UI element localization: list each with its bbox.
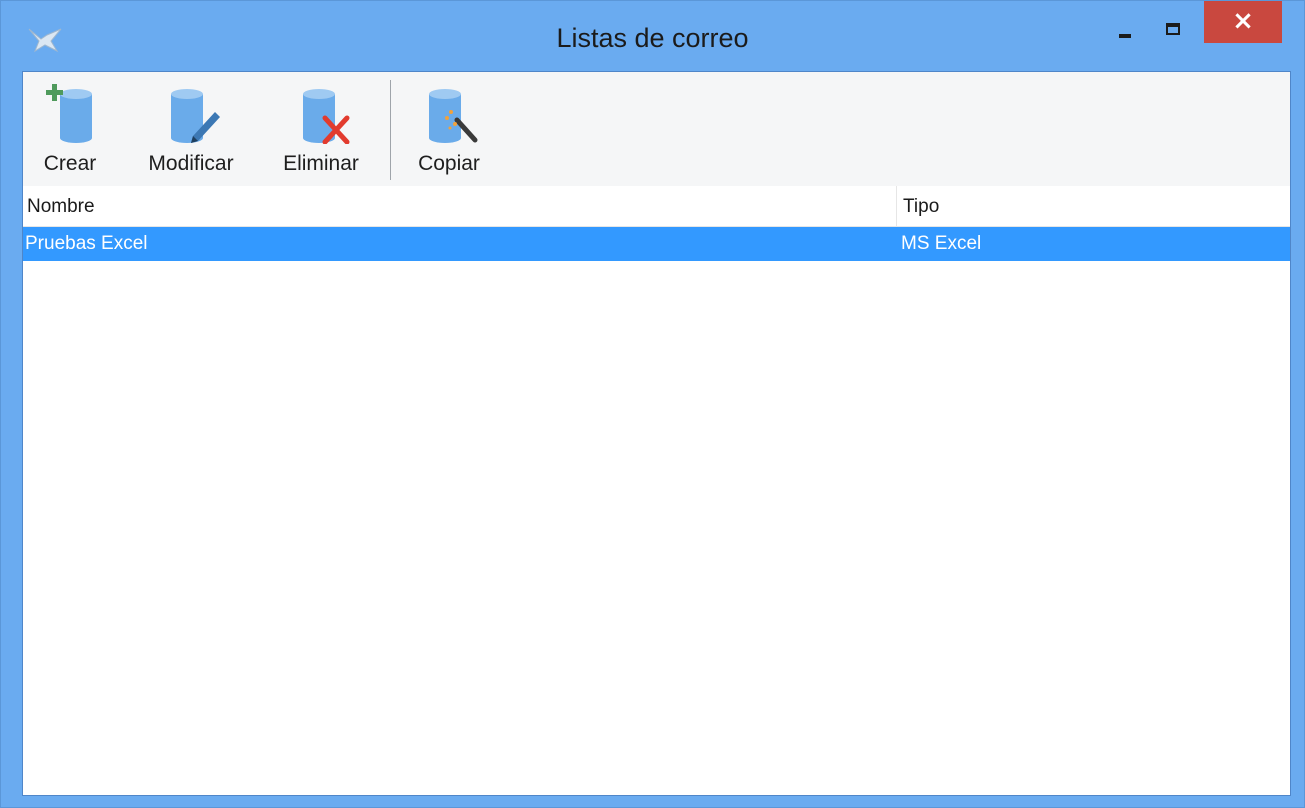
database-delete-icon (303, 89, 350, 144)
cell-tipo: MS Excel (901, 233, 982, 254)
table-header: Nombre Tipo (23, 186, 1290, 227)
minimize-button[interactable] (1107, 1, 1151, 47)
close-icon: × (1232, 6, 1254, 36)
minimize-icon (1119, 34, 1131, 38)
copy-label: Copiar (418, 152, 480, 175)
toolbar-separator (390, 80, 391, 180)
modify-label: Modificar (148, 152, 234, 175)
toolbar: Crear Modificar Eliminar Copiar (23, 72, 1290, 187)
client-area: Crear Modificar Eliminar Copiar Nombre T… (22, 71, 1291, 796)
close-button[interactable]: × (1204, 1, 1282, 43)
mail-lists-window: Listas de correo × Crear Modificar Elimi… (0, 0, 1305, 808)
column-divider[interactable] (896, 186, 897, 226)
modify-button[interactable]: Modificar (129, 78, 253, 182)
delete-label: Eliminar (283, 152, 359, 175)
title-bar[interactable]: Listas de correo × (1, 1, 1304, 71)
create-label: Crear (43, 152, 97, 175)
database-add-icon (46, 84, 92, 143)
create-button[interactable]: Crear (33, 78, 107, 182)
delete-button[interactable]: Eliminar (269, 78, 373, 182)
maximize-button[interactable] (1156, 1, 1200, 47)
table-row[interactable]: Pruebas Excel MS Excel (23, 227, 1290, 261)
database-edit-icon (171, 89, 220, 143)
database-copy-icon (429, 89, 478, 143)
cell-nombre: Pruebas Excel (25, 233, 148, 254)
column-header-tipo[interactable]: Tipo (903, 196, 939, 218)
column-header-nombre[interactable]: Nombre (27, 196, 95, 218)
maximize-icon (1166, 23, 1180, 35)
copy-button[interactable]: Copiar (404, 78, 494, 182)
mail-lists-table[interactable]: Nombre Tipo Pruebas Excel MS Excel (23, 186, 1290, 795)
